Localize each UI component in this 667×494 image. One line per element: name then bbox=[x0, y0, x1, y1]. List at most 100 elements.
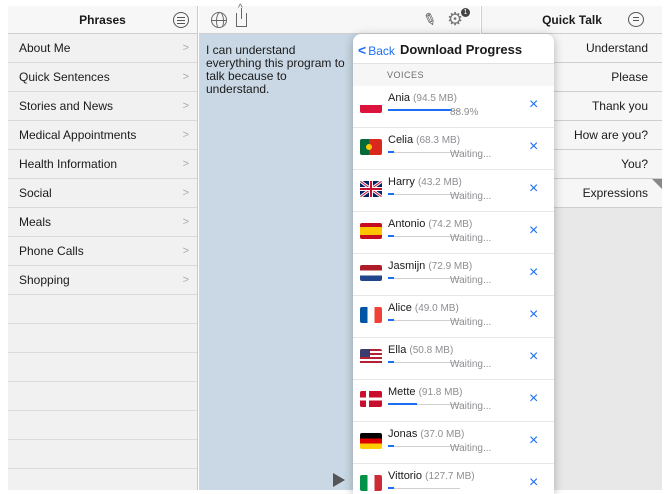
list-icon[interactable] bbox=[173, 12, 189, 28]
pencil-icon[interactable]: ✎ bbox=[420, 8, 439, 31]
phrases-header: Phrases bbox=[8, 6, 197, 34]
phrase-item-label: Phone Calls bbox=[19, 244, 84, 258]
phrase-item-label: Stories and News bbox=[19, 99, 114, 113]
download-status: Waiting... bbox=[450, 443, 492, 454]
phrase-item-shopping[interactable]: Shopping > bbox=[8, 266, 197, 295]
voice-size: (72.9 MB) bbox=[428, 261, 473, 272]
phrase-item-label: About Me bbox=[19, 41, 71, 55]
phrases-title: Phrases bbox=[79, 12, 126, 27]
empty-row bbox=[8, 411, 197, 440]
chevron-right-icon: > bbox=[182, 158, 189, 170]
chevron-right-icon: > bbox=[182, 100, 189, 112]
chevron-right-icon: > bbox=[182, 274, 189, 286]
france-flag-icon bbox=[360, 307, 382, 323]
progress-fill bbox=[388, 445, 394, 447]
voice-name-text: Jasmijn bbox=[388, 260, 426, 272]
voice-size: (94.5 MB) bbox=[413, 93, 457, 104]
cancel-download-icon[interactable]: × bbox=[529, 223, 538, 239]
cancel-download-icon[interactable]: × bbox=[529, 349, 538, 365]
notification-badge: 1 bbox=[461, 8, 470, 17]
back-label: Back bbox=[368, 44, 395, 58]
cancel-download-icon[interactable]: × bbox=[529, 97, 538, 113]
chevron-right-icon: > bbox=[182, 245, 189, 257]
download-status: Waiting... bbox=[450, 191, 492, 202]
cancel-download-icon[interactable]: × bbox=[529, 307, 538, 323]
share-icon[interactable] bbox=[236, 3, 247, 27]
download-status: Waiting... bbox=[450, 401, 492, 412]
phrase-item-label: Social bbox=[19, 186, 52, 200]
voice-row: Jonas (37.0 MB) Waiting... × bbox=[353, 422, 554, 464]
progress-fill bbox=[388, 193, 394, 195]
phrase-item-label: Shopping bbox=[19, 273, 70, 287]
phrase-item-quick-sentences[interactable]: Quick Sentences > bbox=[8, 63, 197, 92]
voice-name-text: Ella bbox=[388, 344, 407, 356]
phrase-category-list: About Me > Quick Sentences > Stories and N… bbox=[8, 34, 197, 295]
voice-size: (91.8 MB) bbox=[418, 387, 463, 398]
phrase-item-medical-appointments[interactable]: Medical Appointments > bbox=[8, 121, 197, 150]
voice-name: Ella (50.8 MB) bbox=[388, 344, 453, 356]
voice-row: Jasmijn (72.9 MB) Waiting... × bbox=[353, 254, 554, 296]
editor-toolbar: ✎ ⚙ 1 bbox=[199, 3, 480, 34]
popover-title: Download Progress bbox=[400, 42, 523, 57]
phrase-item-label: Meals bbox=[19, 215, 52, 229]
empty-row bbox=[8, 295, 197, 324]
phrase-item-stories-and-news[interactable]: Stories and News > bbox=[8, 92, 197, 121]
cancel-download-icon[interactable]: × bbox=[529, 433, 538, 449]
empty-row bbox=[8, 469, 197, 494]
voice-row: Ania (94.5 MB) 88.9% × bbox=[353, 86, 554, 128]
phrase-item-phone-calls[interactable]: Phone Calls > bbox=[8, 237, 197, 266]
cancel-download-icon[interactable]: × bbox=[529, 181, 538, 197]
cancel-download-icon[interactable]: × bbox=[529, 475, 538, 491]
phrase-item-about-me[interactable]: About Me > bbox=[8, 34, 197, 63]
chevron-right-icon: > bbox=[182, 216, 189, 228]
voice-name: Jonas (37.0 MB) bbox=[388, 428, 464, 440]
download-status: Waiting... bbox=[450, 149, 492, 160]
voice-name-text: Harry bbox=[388, 176, 415, 188]
voice-name-text: Antonio bbox=[388, 218, 426, 230]
speech-text-area[interactable]: I can understand everything this program… bbox=[206, 44, 352, 96]
voice-name-text: Jonas bbox=[388, 428, 418, 440]
voice-name: Vittorio (127.7 MB) bbox=[388, 470, 475, 482]
usa-flag-icon bbox=[360, 349, 382, 365]
quick-talk-header: Quick Talk bbox=[482, 6, 662, 34]
download-status: Waiting... bbox=[450, 359, 492, 370]
voice-name-text: Ania bbox=[388, 92, 411, 104]
progress-fill bbox=[388, 235, 394, 237]
spain-flag-icon bbox=[360, 223, 382, 239]
empty-row bbox=[8, 324, 197, 353]
voice-row: Harry (43.2 MB) Waiting... × bbox=[353, 170, 554, 212]
voice-name-text: Mette bbox=[388, 386, 416, 398]
chevron-right-icon: > bbox=[182, 42, 189, 54]
cancel-download-icon[interactable]: × bbox=[529, 139, 538, 155]
voice-row: Alice (49.0 MB) Waiting... × bbox=[353, 296, 554, 338]
cancel-download-icon[interactable]: × bbox=[529, 265, 538, 281]
voice-row: Antonio (74.2 MB) Waiting... × bbox=[353, 212, 554, 254]
uk-flag-icon bbox=[360, 181, 382, 197]
voice-size: (127.7 MB) bbox=[425, 471, 475, 482]
chevron-right-icon: > bbox=[182, 187, 189, 199]
progress-fill bbox=[388, 361, 394, 363]
chat-bubble-icon[interactable] bbox=[628, 12, 644, 27]
portugal-flag-icon bbox=[360, 139, 382, 155]
progress-fill bbox=[388, 403, 417, 405]
phrases-panel: Phrases About Me > Quick Sentences > Stori… bbox=[8, 6, 198, 490]
italy-flag-icon bbox=[360, 475, 382, 491]
download-status: 88.9% bbox=[450, 107, 479, 118]
voice-name: Alice (49.0 MB) bbox=[388, 302, 459, 314]
cancel-download-icon[interactable]: × bbox=[529, 391, 538, 407]
empty-list-area bbox=[8, 295, 197, 494]
chevron-right-icon: > bbox=[182, 71, 189, 83]
voices-section-label: VOICES bbox=[353, 64, 554, 86]
phrase-item-label: Medical Appointments bbox=[19, 128, 137, 142]
chevron-left-icon: < bbox=[358, 42, 367, 58]
back-button[interactable]: < Back bbox=[358, 42, 395, 58]
phrase-item-social[interactable]: Social > bbox=[8, 179, 197, 208]
phrase-item-health-information[interactable]: Health Information > bbox=[8, 150, 197, 179]
netherlands-flag-icon bbox=[360, 265, 382, 281]
voice-name-text: Alice bbox=[388, 302, 412, 314]
play-icon[interactable] bbox=[333, 473, 345, 487]
globe-icon[interactable] bbox=[211, 12, 227, 28]
denmark-flag-icon bbox=[360, 391, 382, 407]
phrase-item-meals[interactable]: Meals > bbox=[8, 208, 197, 237]
voice-name: Celia (68.3 MB) bbox=[388, 134, 460, 146]
